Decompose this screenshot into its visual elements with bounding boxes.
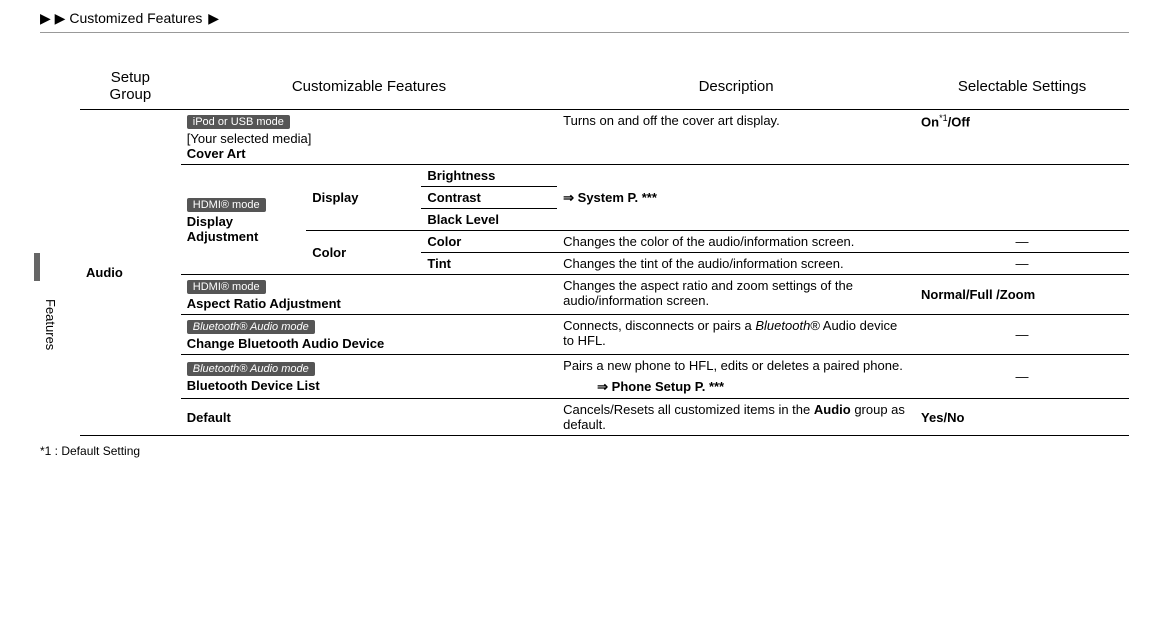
change-bt-dash: —: [915, 315, 1129, 355]
badge-bt-2: Bluetooth® Audio mode: [187, 362, 315, 376]
default-desc: Cancels/Resets all customized items in t…: [557, 399, 915, 436]
features-table: Setup Group Customizable Features Descri…: [80, 63, 1129, 436]
badge-ipod-usb: iPod or USB mode: [187, 115, 290, 129]
footnote: *1 : Default Setting: [40, 444, 1129, 458]
setup-group-cell: Audio: [80, 110, 181, 436]
aspect-label: Aspect Ratio Adjustment: [187, 296, 341, 311]
side-tab-indicator: [34, 253, 40, 281]
bt-list-feature: Bluetooth® Audio mode Bluetooth Device L…: [181, 355, 557, 399]
color-dash: —: [915, 231, 1129, 253]
change-bt-label: Change Bluetooth Audio Device: [187, 336, 384, 351]
cover-art-feature: iPod or USB mode [Your selected media] C…: [181, 110, 557, 165]
black-level-label: Black Level: [421, 209, 557, 231]
th-setup-group: Setup Group: [80, 63, 181, 110]
system-ref: ⇒ System P. ***: [557, 165, 915, 231]
badge-hdmi-1: HDMI® mode: [187, 198, 266, 212]
change-bt-desc: Connects, disconnects or pairs a Bluetoo…: [557, 315, 915, 355]
badge-bt-1: Bluetooth® Audio mode: [187, 320, 315, 334]
bt-list-label: Bluetooth Device List: [187, 378, 320, 393]
breadcrumb: ▶ ▶ Customized Features ▶: [40, 10, 1129, 27]
phone-setup-ref: ⇒ Phone Setup P. ***: [557, 376, 915, 399]
system-ref-text: ⇒ System P. ***: [563, 190, 657, 205]
side-tab-label: Features: [40, 293, 61, 356]
tint-dash: —: [915, 253, 1129, 275]
th-customizable: Customizable Features: [181, 63, 557, 110]
default-desc-pre: Cancels/Resets all customized items in t…: [563, 402, 814, 417]
default-settings: Yes/No: [915, 399, 1129, 436]
aspect-settings: Normal/Full /Zoom: [915, 275, 1129, 315]
bt-list-dash: —: [915, 355, 1129, 399]
color-sublabel: Color: [306, 231, 421, 275]
breadcrumb-arrow-after: ▶: [208, 10, 219, 26]
tint-desc: Changes the tint of the audio/informatio…: [557, 253, 915, 275]
badge-hdmi-2: HDMI® mode: [187, 280, 266, 294]
bt-list-desc: Pairs a new phone to HFL, edits or delet…: [557, 355, 915, 377]
breadcrumb-arrows: ▶ ▶: [40, 10, 65, 26]
tint-label: Tint: [421, 253, 557, 275]
default-desc-bold: Audio: [814, 402, 851, 417]
color-label: Color: [421, 231, 557, 253]
brightness-label: Brightness: [421, 165, 557, 187]
cover-art-sup: *1: [939, 113, 948, 123]
change-bt-feature: Bluetooth® Audio mode Change Bluetooth A…: [181, 315, 557, 355]
cover-art-label: Cover Art: [187, 146, 246, 161]
th-selectable: Selectable Settings: [915, 63, 1129, 110]
content-wrap: Features Setup Group Customizable Featur…: [80, 63, 1129, 436]
cover-art-on: On: [921, 114, 939, 129]
color-desc: Changes the color of the audio/informati…: [557, 231, 915, 253]
header-divider: [40, 32, 1129, 33]
cover-art-media: [Your selected media]: [187, 131, 312, 146]
aspect-feature: HDMI® mode Aspect Ratio Adjustment: [181, 275, 557, 315]
cover-art-settings: On*1/Off: [915, 110, 1129, 165]
display-adjustment-label: Display Adjustment: [187, 214, 259, 244]
change-bt-desc-text: Connects, disconnects or pairs a Bluetoo…: [563, 318, 897, 348]
cover-art-desc: Turns on and off the cover art display.: [557, 110, 915, 165]
display-adjustment-cell: HDMI® mode Display Adjustment: [181, 165, 306, 275]
default-label: Default: [181, 399, 557, 436]
aspect-desc: Changes the aspect ratio and zoom settin…: [557, 275, 915, 315]
setup-group-label: Audio: [86, 265, 123, 280]
phone-setup-ref-text: ⇒ Phone Setup P. ***: [597, 379, 724, 394]
cover-art-off: /Off: [948, 114, 970, 129]
display-settings-blank: [915, 165, 1129, 231]
breadcrumb-title: Customized Features: [69, 10, 202, 26]
contrast-label: Contrast: [421, 187, 557, 209]
display-sublabel: Display: [306, 165, 421, 231]
th-description: Description: [557, 63, 915, 110]
